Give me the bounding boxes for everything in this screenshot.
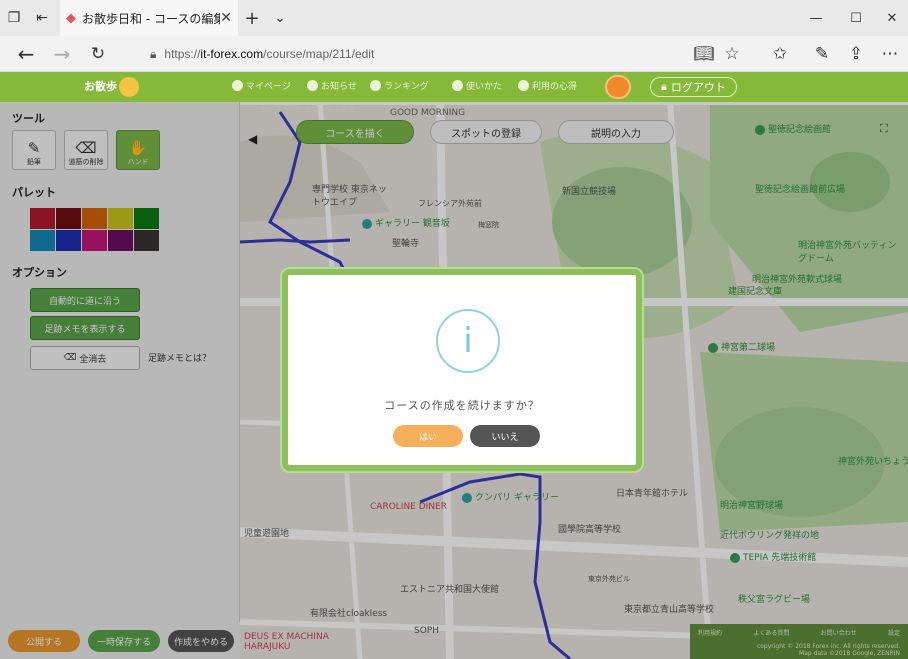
logo-text: お散歩 xyxy=(84,80,117,93)
heart-icon xyxy=(518,80,529,91)
yes-button[interactable]: はい xyxy=(393,425,463,447)
info-icon xyxy=(307,80,318,91)
nav-mypage[interactable]: マイページ xyxy=(232,79,291,92)
nav-rules[interactable]: 利用の心得 xyxy=(518,79,577,92)
nav-label: 利用の心得 xyxy=(532,82,578,92)
crown-icon xyxy=(370,80,381,91)
info-circle-icon: i xyxy=(436,309,500,373)
refresh-icon[interactable]: ↻ xyxy=(80,36,116,72)
tab-title: お散歩日和 - コースの編集 xyxy=(82,11,221,26)
url-scheme: https:// xyxy=(164,47,201,61)
tab-preview-icon[interactable]: ❐ xyxy=(0,0,28,36)
new-tab-icon[interactable]: + xyxy=(238,0,266,36)
person-icon xyxy=(232,80,243,91)
favorite-star-icon[interactable]: ☆ xyxy=(716,36,748,72)
more-icon[interactable]: ⋯ xyxy=(874,36,906,72)
nav-howto[interactable]: 使いかた xyxy=(452,79,502,92)
sun-logo-icon xyxy=(119,77,139,97)
url-host: it-forex.com xyxy=(200,47,264,61)
browser-tab[interactable]: ◆ お散歩日和 - コースの編集 ✕ xyxy=(60,0,238,36)
browser-window: ❐ ⇤ ◆ お散歩日和 - コースの編集 ✕ + ⌄ — ☐ ✕ ← → ↻ 🔒… xyxy=(0,0,908,659)
nav-label: お知らせ xyxy=(321,82,357,92)
minimize-icon[interactable]: — xyxy=(796,0,836,36)
site-header: お散歩 マイページ お知らせ ランキング 使いかた 利用の心得 🔒︎ ログアウト xyxy=(0,72,908,102)
forward-arrow-icon[interactable]: → xyxy=(44,36,80,72)
question-icon xyxy=(452,80,463,91)
dialog-message: コースの作成を続けますか？ xyxy=(384,399,540,412)
set-aside-tabs-icon[interactable]: ⇤ xyxy=(28,0,56,36)
tab-list-chevron-icon[interactable]: ⌄ xyxy=(266,0,294,36)
nav-label: 使いかた xyxy=(466,82,503,92)
url-path: /course/map/211/edit xyxy=(263,47,375,61)
tab-bar: ❐ ⇤ ◆ お散歩日和 - コースの編集 ✕ + ⌄ — ☐ ✕ xyxy=(0,0,908,36)
site-logo[interactable]: お散歩 xyxy=(84,77,139,97)
favorites-hub-icon[interactable]: ✩ xyxy=(764,36,796,72)
close-tab-icon[interactable]: ✕ xyxy=(220,10,232,26)
logout-label: ログアウト xyxy=(670,81,726,94)
site-favicon-icon: ◆ xyxy=(66,10,76,26)
nav-label: マイページ xyxy=(246,82,291,92)
user-avatar[interactable] xyxy=(605,75,631,99)
address-bar: ← → ↻ 🔒︎ https://it-forex.com/course/map… xyxy=(0,36,908,72)
share-icon[interactable]: ⇪ xyxy=(840,36,872,72)
lock-icon: 🔒︎ xyxy=(150,46,157,61)
nav-ranking[interactable]: ランキング xyxy=(370,79,429,92)
no-button[interactable]: いいえ xyxy=(470,425,540,447)
nav-news[interactable]: お知らせ xyxy=(307,79,357,92)
url-field[interactable]: 🔒︎ https://it-forex.com/course/map/211/e… xyxy=(150,36,374,72)
logout-button[interactable]: 🔒︎ ログアウト xyxy=(650,77,737,97)
back-arrow-icon[interactable]: ← xyxy=(8,36,44,72)
close-window-icon[interactable]: ✕ xyxy=(872,0,908,36)
nav-label: ランキング xyxy=(384,82,429,92)
lock-icon: 🔒︎ xyxy=(661,80,667,93)
web-page: お散歩 マイページ お知らせ ランキング 使いかた 利用の心得 🔒︎ ログアウト … xyxy=(0,72,908,659)
confirm-dialog: i コースの作成を続けますか？ はい いいえ xyxy=(282,269,642,471)
maximize-icon[interactable]: ☐ xyxy=(836,0,876,36)
pen-icon[interactable]: ✎ xyxy=(806,36,838,72)
